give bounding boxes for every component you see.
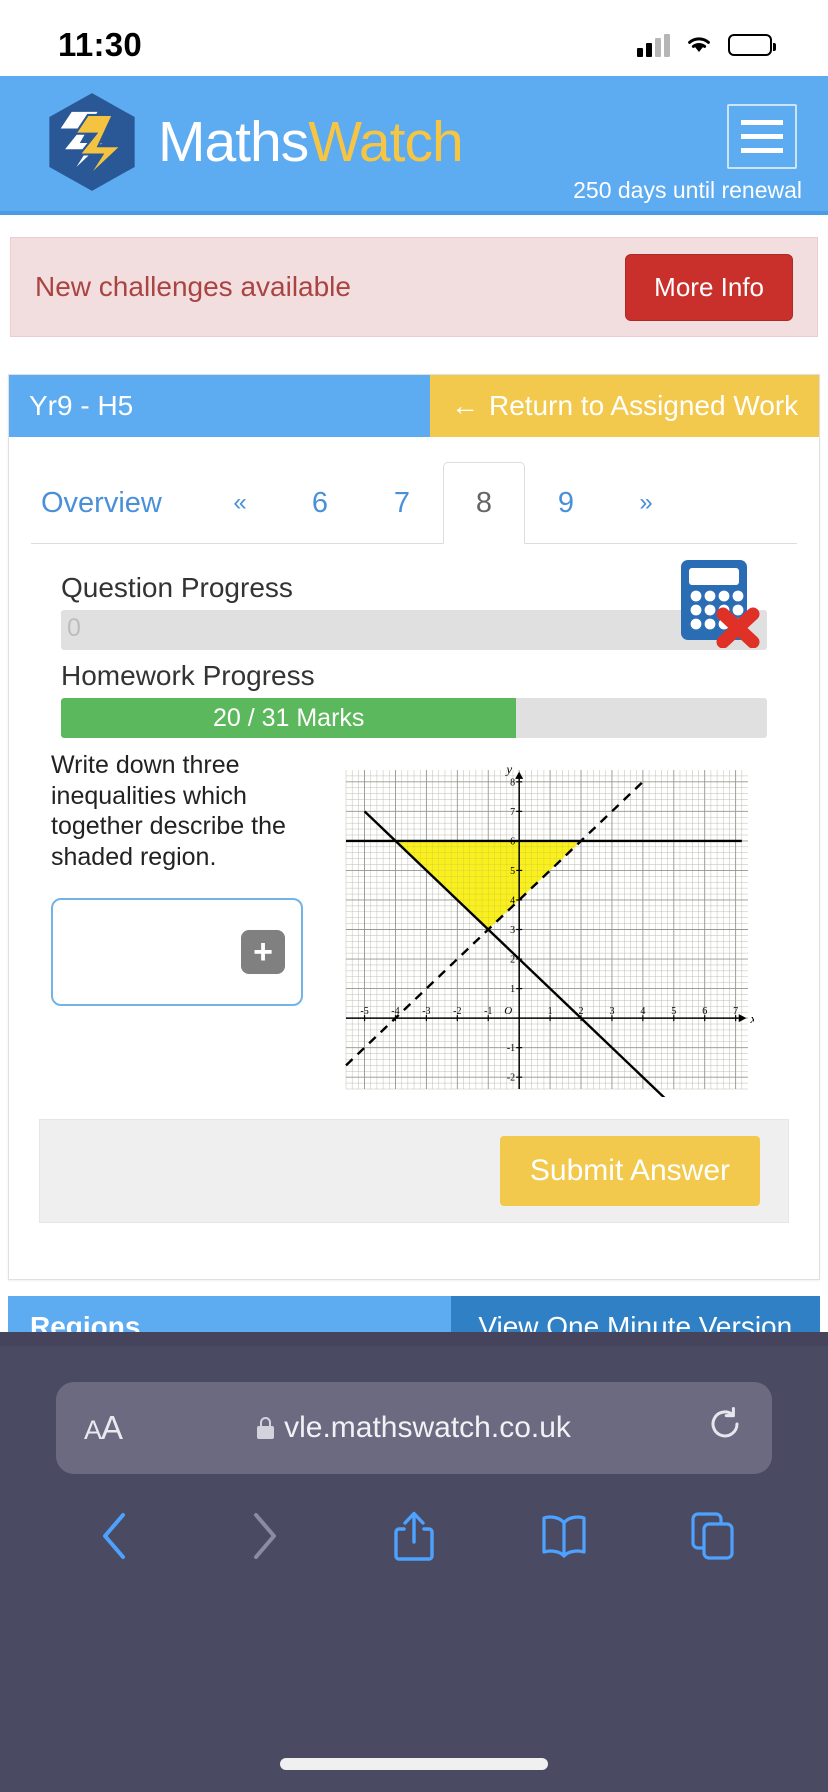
question-panel-container: Yr9 - H5 ← Return to Assigned Work Overv… (0, 337, 828, 1280)
homework-progress-bar: 20 / 31 Marks (61, 698, 767, 738)
bookmarks-book-icon[interactable] (532, 1504, 596, 1568)
svg-text:3: 3 (510, 925, 515, 936)
url-text: vle.mathswatch.co.uk (284, 1411, 571, 1444)
ios-status-bar: 11:30 (0, 0, 828, 76)
assignment-title: Yr9 - H5 (9, 375, 431, 437)
progress-area: Question Progress 0 Homework Progress 20… (9, 544, 819, 738)
wifi-icon (683, 31, 715, 60)
svg-text:-2: -2 (507, 1073, 515, 1084)
homework-progress-value: 20 / 31 Marks (212, 703, 365, 732)
svg-text:1: 1 (510, 984, 515, 995)
homework-progress-label: Homework Progress (61, 660, 315, 691)
homework-progress-fill: 20 / 31 Marks (61, 698, 517, 738)
question-progress-bar: 0 (61, 610, 767, 650)
share-icon[interactable] (382, 1504, 446, 1568)
svg-text:4: 4 (510, 895, 515, 906)
app-title: MathsWatch (158, 109, 464, 175)
svg-text:5: 5 (510, 866, 515, 877)
question-left-column: Write down three inequalities which toge… (51, 750, 303, 1097)
lock-icon (257, 1417, 275, 1439)
alert-message: New challenges available (35, 271, 351, 302)
battery-icon (728, 34, 776, 56)
tab-page-6[interactable]: 6 (279, 462, 361, 544)
plus-icon[interactable]: + (241, 930, 285, 974)
tab-next-page[interactable]: » (607, 462, 685, 544)
page-body: New challenges available More Info Yr9 -… (0, 215, 828, 1400)
text-size-small-a: A (84, 1415, 102, 1445)
status-clock: 11:30 (58, 26, 143, 63)
app-title-first: Maths (158, 110, 309, 174)
tab-overview[interactable]: Overview (31, 462, 201, 544)
graph-container: -5-4-3-2-11234567-2-112345678Oyx (311, 750, 777, 1097)
new-challenges-alert: New challenges available More Info (10, 237, 818, 337)
cellular-signal-icon (637, 33, 670, 57)
safari-toolbar (0, 1474, 828, 1568)
app-header: MathsWatch 250 days until renewal (0, 76, 828, 215)
renewal-notice: 250 days until renewal (573, 177, 802, 203)
mathswatch-logo-icon[interactable] (40, 90, 144, 194)
svg-text:2: 2 (510, 955, 515, 966)
inequalities-graph: -5-4-3-2-11234567-2-112345678Oyx (345, 761, 754, 1097)
hamburger-menu-icon[interactable] (727, 104, 797, 169)
svg-text:x: x (749, 1011, 754, 1026)
question-panel: Yr9 - H5 ← Return to Assigned Work Overv… (8, 374, 820, 1280)
safari-address-bar[interactable]: AA vle.mathswatch.co.uk (56, 1382, 772, 1474)
submit-answer-button[interactable]: Submit Answer (499, 1136, 760, 1206)
more-info-button[interactable]: More Info (625, 253, 793, 321)
back-arrow-icon: ← (450, 390, 479, 421)
tab-page-8[interactable]: 8 (443, 462, 525, 544)
svg-text:-1: -1 (507, 1043, 515, 1054)
question-progress-value: 0 (67, 614, 81, 642)
submit-bar: Submit Answer (39, 1119, 789, 1223)
calculator-not-allowed-icon (679, 558, 763, 649)
answer-input-box[interactable]: + (51, 898, 303, 1006)
question-progress-label: Question Progress (61, 572, 293, 603)
forward-chevron-icon (232, 1504, 296, 1568)
panel-header: Yr9 - H5 ← Return to Assigned Work (9, 375, 819, 437)
question-row: Write down three inequalities which toge… (9, 738, 819, 1097)
alert-container: New challenges available More Info (0, 215, 828, 337)
back-chevron-icon[interactable] (83, 1504, 147, 1568)
tab-page-7[interactable]: 7 (361, 462, 443, 544)
return-to-assigned-work-button[interactable]: ← Return to Assigned Work (430, 375, 819, 437)
status-indicators (637, 31, 776, 60)
safari-browser-chrome: AA vle.mathswatch.co.uk (0, 1332, 828, 1792)
panel-footer-space (9, 1223, 819, 1279)
submit-container: Submit Answer (9, 1097, 819, 1223)
svg-text:y: y (504, 761, 512, 776)
safari-divider (0, 1332, 828, 1346)
tab-page-9[interactable]: 9 (525, 462, 607, 544)
question-text: Write down three inequalities which toge… (51, 751, 286, 871)
app-title-second: Watch (308, 110, 463, 174)
text-size-big-a: A (101, 1409, 123, 1446)
url-display[interactable]: vle.mathswatch.co.uk (122, 1411, 706, 1445)
tab-prev-page[interactable]: « (201, 462, 279, 544)
reload-icon[interactable] (706, 1405, 744, 1452)
return-label: Return to Assigned Work (488, 390, 799, 421)
tabs-icon[interactable] (681, 1504, 745, 1568)
svg-text:O: O (504, 1005, 512, 1017)
text-size-button[interactable]: AA (84, 1409, 123, 1447)
svg-text:7: 7 (510, 807, 515, 818)
svg-text:6: 6 (510, 836, 515, 847)
svg-text:8: 8 (510, 777, 515, 788)
home-indicator (280, 1758, 548, 1770)
question-tabs: Overview « 6 7 8 9 » (31, 462, 797, 544)
